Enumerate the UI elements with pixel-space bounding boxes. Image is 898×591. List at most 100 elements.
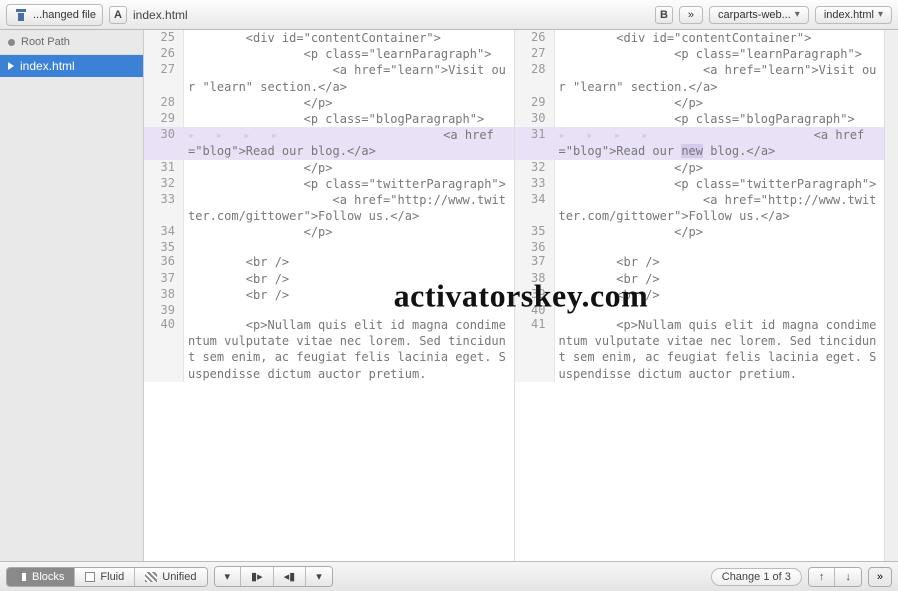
view-fluid-button[interactable]: Fluid xyxy=(75,568,135,586)
line-number: 40 xyxy=(515,303,555,317)
badge-a: A xyxy=(109,6,127,24)
nav-segment-1: ▾ ▮▸ ◂▮ ▾ xyxy=(214,566,333,587)
line-number: 34 xyxy=(515,192,555,224)
line-number: 25 xyxy=(144,30,184,46)
line-number: 38 xyxy=(144,287,184,303)
code-text xyxy=(555,303,885,317)
line-number: 35 xyxy=(144,240,184,254)
changed-file-label: ...hanged file xyxy=(33,9,96,21)
code-row: 31 </p> xyxy=(144,160,514,176)
code-row: 40 <p>Nullam quis elit id magna condimen… xyxy=(144,317,514,382)
main-area: Root Path index.html 25 <div id="content… xyxy=(0,30,898,561)
line-number: 28 xyxy=(515,62,555,94)
line-number: 33 xyxy=(515,176,555,192)
tower-icon xyxy=(13,7,29,23)
code-row: 36 <br /> xyxy=(144,254,514,270)
diff-area: 25 <div id="contentContainer">26 <p clas… xyxy=(144,30,898,561)
top-toolbar: ...hanged file A index.html B » carparts… xyxy=(0,0,898,30)
code-text: <p class="blogParagraph"> xyxy=(555,111,885,127)
code-row: 36 xyxy=(515,240,885,254)
line-number: 35 xyxy=(515,224,555,240)
line-number: 31 xyxy=(144,160,184,176)
code-text: <p class="twitterParagraph"> xyxy=(555,176,885,192)
code-row: 37 <br /> xyxy=(144,271,514,287)
code-row: 38 <br /> xyxy=(144,287,514,303)
nav-down2-button[interactable]: ▾ xyxy=(306,567,332,586)
line-number: 36 xyxy=(144,254,184,270)
sidebar-item-index[interactable]: index.html xyxy=(0,55,143,77)
line-number: 39 xyxy=(515,287,555,303)
nav-down-button[interactable]: ▾ xyxy=(215,567,242,586)
code-row: 35 xyxy=(144,240,514,254)
code-row: 38 <br /> xyxy=(515,271,885,287)
line-number: 27 xyxy=(144,62,184,94)
code-text: <div id="contentContainer"> xyxy=(184,30,514,46)
chevron-down-icon: ▾ xyxy=(795,9,800,20)
code-row: 32 </p> xyxy=(515,160,885,176)
code-row: 27 <a href="learn">Visit our "learn" sec… xyxy=(144,62,514,94)
line-number: 31 xyxy=(515,127,555,159)
line-number: 39 xyxy=(144,303,184,317)
line-number: 40 xyxy=(144,317,184,382)
line-number: 32 xyxy=(144,176,184,192)
line-number: 26 xyxy=(515,30,555,46)
line-number: 36 xyxy=(515,240,555,254)
code-text: ▸ ▸ ▸ ▸ <a href="blog">Read our blog.</a… xyxy=(184,127,514,159)
view-blocks-button[interactable]: Blocks xyxy=(7,568,75,586)
next-change-button[interactable]: ↓ xyxy=(835,568,861,586)
line-number: 26 xyxy=(144,46,184,62)
code-text: <br /> xyxy=(555,287,885,303)
code-text: <a href="http://www.twitter.com/gittower… xyxy=(555,192,885,224)
code-text: </p> xyxy=(555,224,885,240)
code-text: <br /> xyxy=(184,287,514,303)
diff-pane-a[interactable]: 25 <div id="contentContainer">26 <p clas… xyxy=(144,30,514,561)
code-text xyxy=(184,303,514,317)
code-text: <p class="blogParagraph"> xyxy=(184,111,514,127)
merge-left-button[interactable]: ◂▮ xyxy=(274,567,307,586)
line-number: 33 xyxy=(144,192,184,224)
line-number: 37 xyxy=(144,271,184,287)
scrollbar[interactable] xyxy=(884,30,898,561)
breadcrumb-more[interactable]: » xyxy=(679,6,703,24)
code-text: <br /> xyxy=(555,271,885,287)
view-unified-button[interactable]: Unified xyxy=(135,568,206,586)
code-row: 29 </p> xyxy=(515,95,885,111)
code-row: 33 <a href="http://www.twitter.com/gitto… xyxy=(144,192,514,224)
line-number: 28 xyxy=(144,95,184,111)
more-button[interactable]: » xyxy=(868,567,892,587)
diff-pane-b[interactable]: 26 <div id="contentContainer">27 <p clas… xyxy=(514,30,885,561)
code-row: 40 xyxy=(515,303,885,317)
code-text: <p>Nullam quis elit id magna condimentum… xyxy=(184,317,514,382)
code-text xyxy=(184,240,514,254)
code-row: 28 <a href="learn">Visit our "learn" sec… xyxy=(515,62,885,94)
code-row: 33 <p class="twitterParagraph"> xyxy=(515,176,885,192)
code-text: </p> xyxy=(555,160,885,176)
code-row: 34 <a href="http://www.twitter.com/gitto… xyxy=(515,192,885,224)
line-number: 32 xyxy=(515,160,555,176)
code-row: 28 </p> xyxy=(144,95,514,111)
sidebar-item-label: index.html xyxy=(20,59,75,73)
line-number: 27 xyxy=(515,46,555,62)
triangle-icon xyxy=(8,62,14,70)
merge-right-button[interactable]: ▮▸ xyxy=(241,567,274,586)
file-a-label: index.html xyxy=(133,8,188,22)
breadcrumb-repo[interactable]: carparts-web...▾ xyxy=(709,6,809,24)
code-text: </p> xyxy=(184,160,514,176)
line-number: 37 xyxy=(515,254,555,270)
code-text: <p class="learnParagraph"> xyxy=(184,46,514,62)
changed-file-button[interactable]: ...hanged file xyxy=(6,4,103,26)
code-text: <div id="contentContainer"> xyxy=(555,30,885,46)
code-row: 27 <p class="learnParagraph"> xyxy=(515,46,885,62)
code-row: 41 <p>Nullam quis elit id magna condimen… xyxy=(515,317,885,382)
code-text: <br /> xyxy=(555,254,885,270)
breadcrumb-file[interactable]: index.html▾ xyxy=(815,6,892,24)
bottom-toolbar: Blocks Fluid Unified ▾ ▮▸ ◂▮ ▾ Change 1 … xyxy=(0,561,898,591)
line-number: 30 xyxy=(144,127,184,159)
change-status: Change 1 of 3 xyxy=(711,568,802,586)
chevron-down-icon: ▾ xyxy=(878,9,883,20)
nav-segment-2: ↑ ↓ xyxy=(808,567,862,587)
sidebar-root[interactable]: Root Path xyxy=(0,30,143,55)
prev-change-button[interactable]: ↑ xyxy=(809,568,836,586)
fluid-icon xyxy=(85,572,95,582)
code-text: <br /> xyxy=(184,271,514,287)
